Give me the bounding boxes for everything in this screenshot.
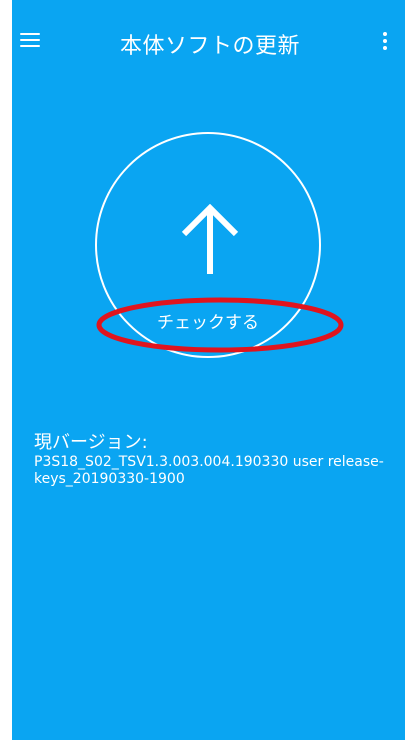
check-update-label: チェックする bbox=[157, 313, 259, 333]
check-update-button[interactable]: チェックする bbox=[95, 132, 321, 358]
current-version-label: 現バージョン: bbox=[34, 432, 148, 453]
hamburger-menu-icon[interactable] bbox=[20, 32, 42, 48]
page-title: 本体ソフトの更新 bbox=[120, 34, 301, 59]
update-screen: 本体ソフトの更新 チェックする 現バージョン: P3S18_S02_TSV1.3… bbox=[12, 0, 405, 740]
arrow-up-icon bbox=[181, 204, 239, 274]
more-options-icon[interactable] bbox=[378, 30, 392, 52]
current-version-value: P3S18_S02_TSV1.3.003.004.190330 user rel… bbox=[34, 454, 384, 487]
